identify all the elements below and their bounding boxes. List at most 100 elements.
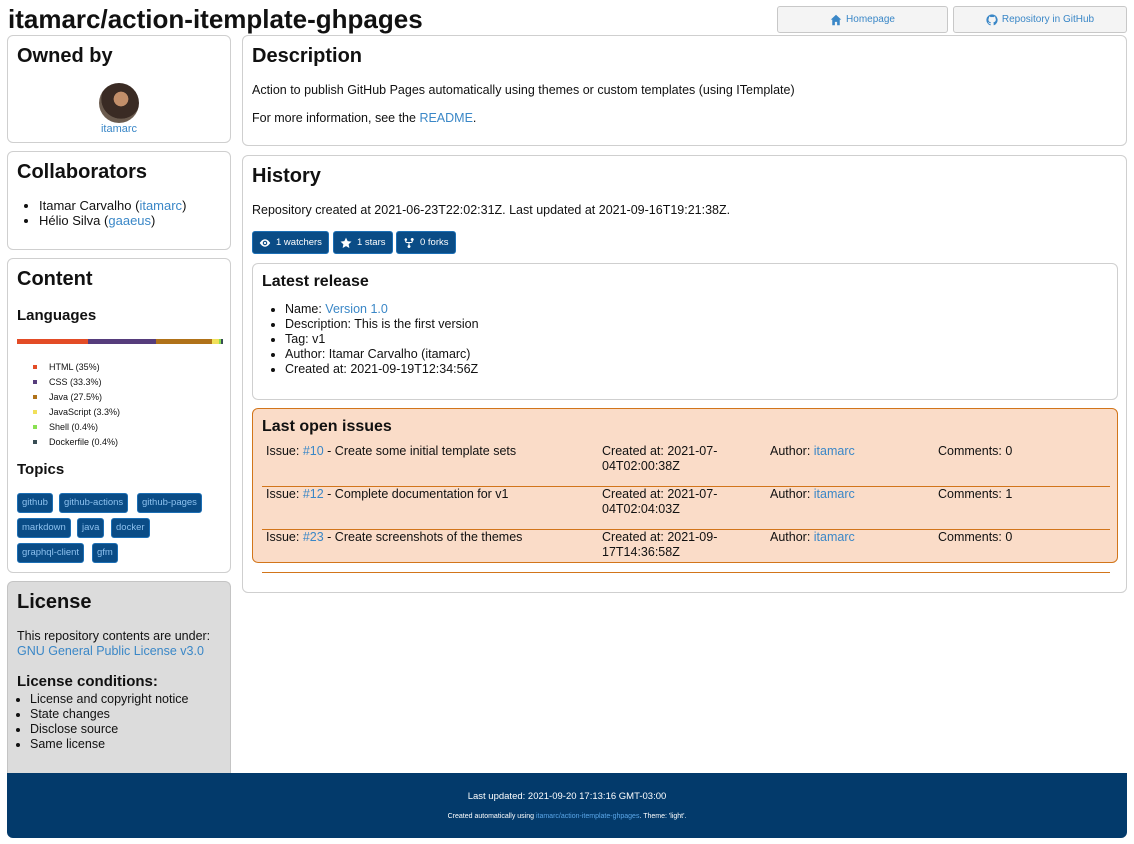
- language-swatch: [33, 380, 37, 384]
- description-card: Description Action to publish GitHub Pag…: [242, 35, 1127, 146]
- list-item: State changes: [30, 707, 188, 722]
- issue-link[interactable]: #23: [303, 530, 324, 544]
- list-item: CSS (33.3%): [32, 375, 120, 390]
- collaborators-heading: Collaborators: [17, 161, 148, 183]
- topics-heading: Topics: [17, 461, 65, 478]
- table-row: Issue: #23 - Create screenshots of the t…: [262, 530, 1110, 573]
- footer: Last updated: 2021-09-20 17:13:16 GMT-03…: [7, 773, 1127, 838]
- list-item: HTML (35%): [32, 360, 120, 375]
- issues-table: Issue: #10 - Create some initial templat…: [262, 444, 1110, 573]
- stars-badge[interactable]: 1 stars: [333, 231, 393, 254]
- owned-by-heading: Owned by: [17, 45, 113, 67]
- issue-comments: Comments: 0: [938, 530, 1013, 544]
- language-label: HTML (35%): [49, 362, 100, 372]
- issue-label: Issue:: [266, 487, 303, 501]
- language-bar-segment: [156, 339, 213, 344]
- issue-title: - Create some initial template sets: [323, 444, 517, 458]
- issue-author-link[interactable]: itamarc: [814, 444, 855, 458]
- latest-release-heading: Latest release: [262, 273, 369, 290]
- issue-author-link[interactable]: itamarc: [814, 487, 855, 501]
- topic-tag[interactable]: gfm: [92, 543, 118, 563]
- readme-link[interactable]: README: [419, 111, 472, 125]
- release-name-label: Name:: [285, 302, 326, 316]
- topic-tag[interactable]: github: [17, 493, 53, 513]
- footer-repo-link[interactable]: itamarc/action-itemplate-ghpages: [536, 813, 640, 820]
- language-swatch: [33, 425, 37, 429]
- issue-link[interactable]: #12: [303, 487, 324, 501]
- forks-badge[interactable]: 0 forks: [396, 231, 456, 254]
- stars-label: 1 stars: [357, 237, 386, 248]
- issue-author-cell: Author: itamarc: [770, 444, 930, 459]
- list-item: Dockerfile (0.4%): [32, 435, 120, 450]
- author-label: Author:: [770, 487, 814, 501]
- language-label: CSS (33.3%): [49, 377, 102, 387]
- watchers-label: 1 watchers: [276, 237, 322, 248]
- language-swatch: [33, 440, 37, 444]
- table-row: Issue: #10 - Create some initial templat…: [262, 444, 1110, 487]
- issue-label: Issue:: [266, 530, 303, 544]
- watchers-badge[interactable]: 1 watchers: [252, 231, 329, 254]
- list-item: Hélio Silva (gaaeus): [39, 213, 186, 228]
- topic-tag[interactable]: github-actions: [59, 493, 129, 513]
- page-title: itamarc/action-itemplate-ghpages: [8, 4, 423, 34]
- content-heading: Content: [17, 268, 93, 290]
- list-item: Created at: 2021-09-19T12:34:56Z: [285, 362, 479, 377]
- collaborator-name: Itamar Carvalho: [39, 198, 132, 213]
- topic-tag[interactable]: github-pages: [137, 493, 202, 513]
- list-item: Same license: [30, 737, 188, 752]
- release-link[interactable]: Version 1.0: [325, 302, 388, 316]
- fork-icon: [404, 237, 414, 248]
- footer-created: Created automatically using itamarc/acti…: [7, 813, 1127, 820]
- language-label: JavaScript (3.3%): [49, 407, 121, 417]
- language-bar-segment: [17, 339, 89, 344]
- topic-tag[interactable]: markdown: [17, 518, 71, 538]
- more-suffix: .: [472, 111, 477, 125]
- description-heading: Description: [252, 45, 363, 67]
- list-item: License and copyright notice: [30, 692, 188, 707]
- collaborator-link[interactable]: gaaeus: [108, 213, 151, 228]
- issue-comments: Comments: 0: [938, 444, 1013, 458]
- footer-created-prefix: Created automatically using: [447, 813, 536, 820]
- avatar[interactable]: [99, 83, 139, 123]
- license-conditions-list: License and copyright notice State chang…: [8, 692, 188, 752]
- forks-label: 0 forks: [420, 237, 449, 248]
- more-prefix: For more information, see the: [252, 111, 420, 125]
- issue-created: Created at: 2021-09-17T14:36:58Z: [602, 530, 718, 559]
- collaborator-name: Hélio Silva: [39, 213, 101, 228]
- homepage-label: Homepage: [846, 14, 895, 25]
- list-item: Description: This is the first version: [285, 317, 479, 332]
- release-details: Name: Version 1.0 Description: This is t…: [263, 302, 479, 377]
- collaborators-card: Collaborators Itamar Carvalho (itamarc) …: [7, 151, 231, 250]
- license-card: License This repository contents are und…: [7, 581, 231, 781]
- content-card: Content Languages HTML (35%) CSS (33.3%)…: [7, 258, 231, 573]
- list-item: Java (27.5%): [32, 390, 120, 405]
- eye-icon: [259, 238, 271, 247]
- repository-github-button[interactable]: Repository in GitHub: [953, 6, 1127, 33]
- license-link[interactable]: GNU General Public License v3.0: [17, 644, 204, 658]
- issue-author-link[interactable]: itamarc: [814, 530, 855, 544]
- issue-created: Created at: 2021-07-04T02:00:38Z: [602, 444, 718, 473]
- issue-author-cell: Author: itamarc: [770, 530, 930, 545]
- issue-title-cell: Issue: #10 - Create some initial templat…: [266, 444, 596, 459]
- history-heading: History: [252, 165, 321, 187]
- star-icon: [340, 237, 352, 248]
- list-item: Author: Itamar Carvalho (itamarc): [285, 347, 479, 362]
- language-bar-segment: [220, 339, 223, 344]
- list-item: Name: Version 1.0: [285, 302, 479, 317]
- collaborator-link[interactable]: itamarc: [139, 198, 182, 213]
- language-bar-segment: [88, 339, 157, 344]
- topic-tag[interactable]: graphql-client: [17, 543, 85, 563]
- homepage-button[interactable]: Homepage: [777, 6, 948, 33]
- language-swatch: [33, 395, 37, 399]
- github-icon: [986, 13, 998, 25]
- topic-tag[interactable]: docker: [111, 518, 150, 538]
- list-item: Itamar Carvalho (itamarc): [39, 198, 186, 213]
- author-label: Author:: [770, 530, 814, 544]
- issue-label: Issue:: [266, 444, 303, 458]
- owner-link[interactable]: itamarc: [8, 123, 230, 135]
- topic-tag[interactable]: java: [77, 518, 105, 538]
- owned-by-card: Owned by itamarc: [7, 35, 231, 143]
- collaborators-list: Itamar Carvalho (itamarc) Hélio Silva (g…: [17, 198, 186, 228]
- issue-link[interactable]: #10: [303, 444, 324, 458]
- table-row: Issue: #12 - Complete documentation for …: [262, 487, 1110, 530]
